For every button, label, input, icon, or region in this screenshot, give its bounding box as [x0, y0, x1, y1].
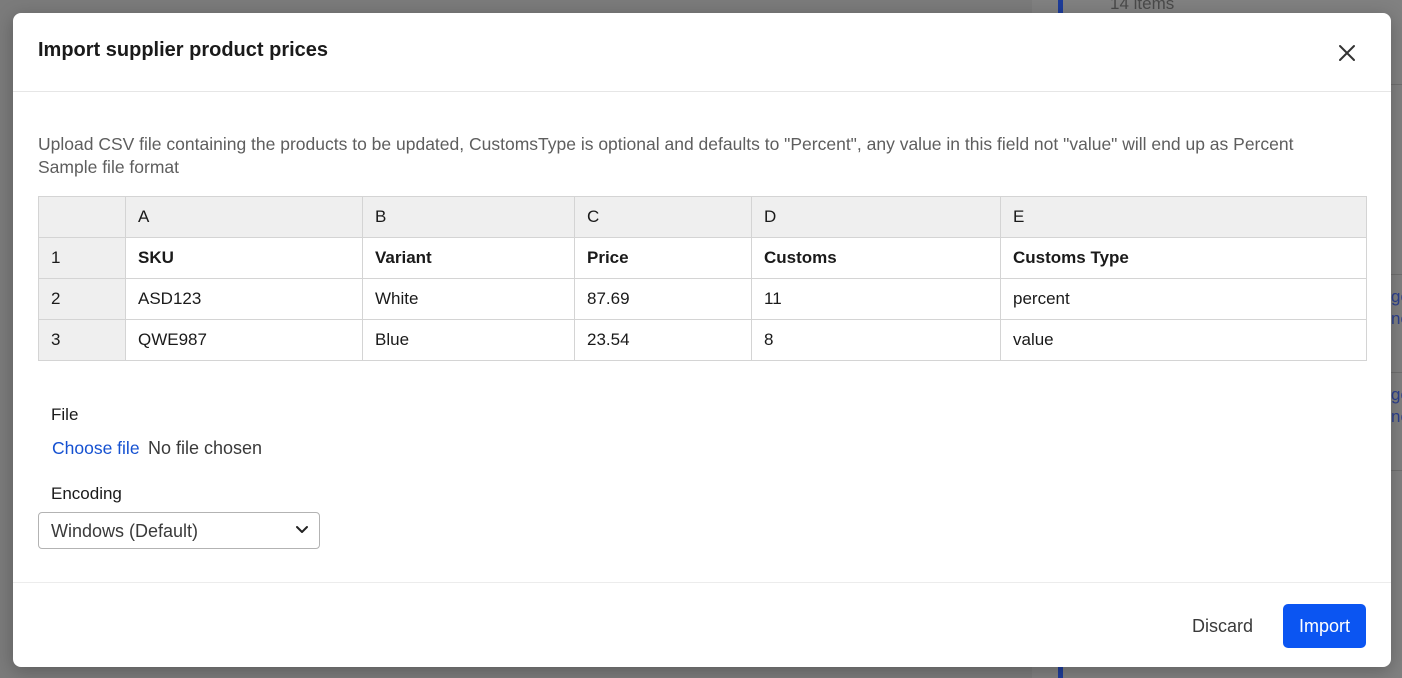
- background-link-fragment: ne: [1391, 309, 1402, 328]
- background-link-fragment: ne: [1391, 407, 1402, 426]
- instructions-text: Upload CSV file containing the products …: [38, 134, 1294, 154]
- table-cell: 8: [751, 319, 1001, 361]
- encoding-label: Encoding: [51, 484, 122, 503]
- background-items-count: 14 items: [1110, 0, 1175, 13]
- table-row: 1 SKU Variant Price Customs Customs Type: [38, 237, 1367, 279]
- close-button[interactable]: [1331, 37, 1363, 69]
- background-divider: [1391, 274, 1402, 275]
- chevron-down-icon: [296, 526, 308, 533]
- table-cell: percent: [1000, 278, 1367, 320]
- sample-format-caption: Sample file format: [38, 157, 180, 177]
- modal-title: Import supplier product prices: [38, 39, 329, 61]
- sample-csv-table: A B C D E 1 SKU Variant Price Customs Cu…: [38, 196, 1367, 361]
- column-letter-row: A B C D E: [38, 196, 1367, 238]
- modal-footer: Discard Import: [13, 582, 1391, 667]
- column-letter: B: [362, 196, 575, 238]
- file-status: No file chosen: [148, 438, 263, 458]
- table-cell: 23.54: [574, 319, 752, 361]
- table-row: 2 ASD123 White 87.69 11 percent: [38, 278, 1367, 320]
- row-number: 2: [38, 278, 126, 320]
- background-link-fragment: ge: [1391, 385, 1402, 404]
- table-cell: Price: [574, 237, 752, 279]
- background-divider: [1391, 84, 1402, 85]
- background-link-fragment: ge: [1391, 287, 1402, 306]
- file-label: File: [51, 405, 79, 424]
- encoding-selected-value: Windows (Default): [51, 521, 199, 541]
- row-number: 1: [38, 237, 126, 279]
- discard-button[interactable]: Discard: [1177, 604, 1268, 648]
- table-cell: QWE987: [125, 319, 363, 361]
- table-cell: White: [362, 278, 575, 320]
- column-letter: D: [751, 196, 1001, 238]
- table-cell: Blue: [362, 319, 575, 361]
- column-letter: E: [1000, 196, 1367, 238]
- upload-instructions: Upload CSV file containing the products …: [38, 133, 1293, 179]
- table-cell: Variant: [362, 237, 575, 279]
- table-cell: value: [1000, 319, 1367, 361]
- encoding-select[interactable]: Windows (Default): [38, 512, 320, 549]
- table-cell: SKU: [125, 237, 363, 279]
- row-number: 3: [38, 319, 126, 361]
- column-letter: A: [125, 196, 363, 238]
- close-icon: [1339, 45, 1355, 61]
- background-divider: [1391, 470, 1402, 471]
- import-button[interactable]: Import: [1283, 604, 1366, 648]
- table-cell: 11: [751, 278, 1001, 320]
- table-cell: Customs Type: [1000, 237, 1367, 279]
- corner-cell: [38, 196, 126, 238]
- background-accent-bar: [1058, 666, 1063, 678]
- background-accent-bar: [1058, 0, 1063, 14]
- choose-file-button[interactable]: Choose file: [52, 438, 140, 459]
- modal-header: Import supplier product prices: [13, 13, 1391, 92]
- background-divider: [1391, 372, 1402, 373]
- table-cell: ASD123: [125, 278, 363, 320]
- table-cell: 87.69: [574, 278, 752, 320]
- import-prices-modal: Import supplier product prices Upload CS…: [13, 13, 1391, 667]
- table-cell: Customs: [751, 237, 1001, 279]
- column-letter: C: [574, 196, 752, 238]
- table-row: 3 QWE987 Blue 23.54 8 value: [38, 319, 1367, 361]
